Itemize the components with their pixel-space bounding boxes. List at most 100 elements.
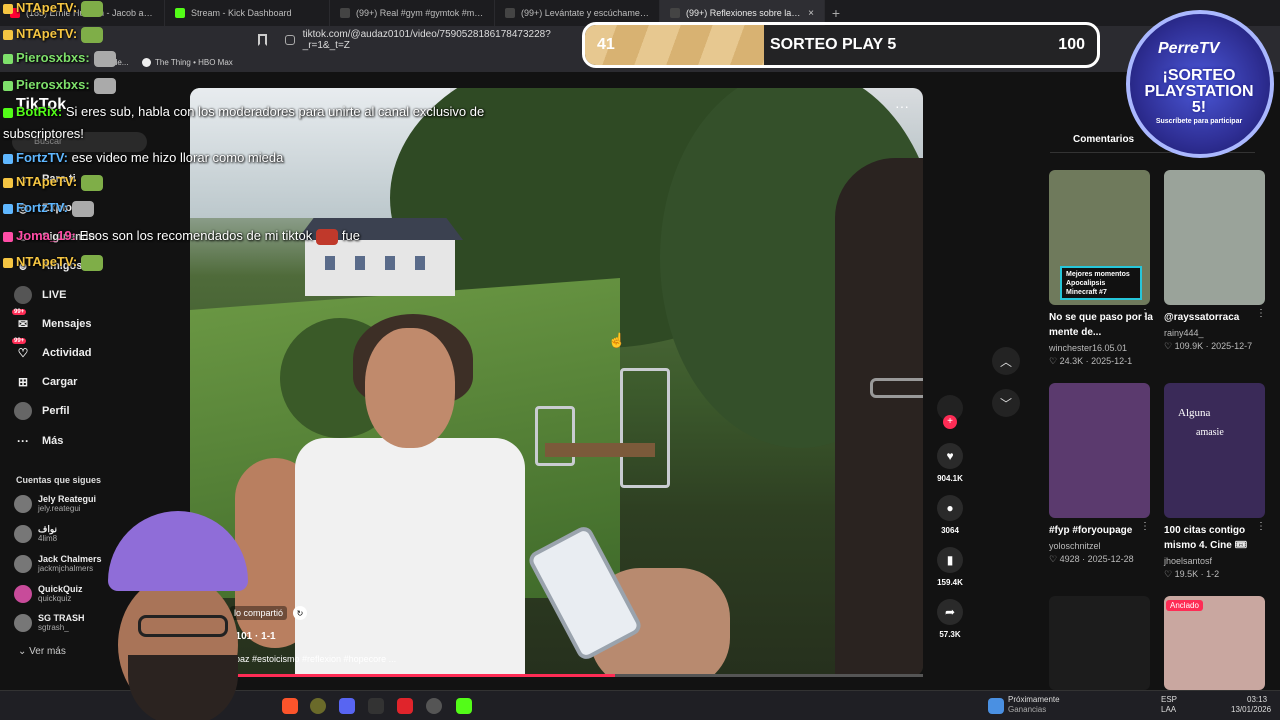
tiktok-icon <box>505 8 515 18</box>
discord-icon[interactable] <box>339 698 355 714</box>
card-user[interactable]: yoloschnitzel <box>1049 541 1101 551</box>
account-handle: quickquiz <box>38 594 72 603</box>
repost-icon: ↻ <box>293 606 308 620</box>
chat-text: Esos son los recomendados de mi tiktok <box>75 228 313 243</box>
card-more-icon[interactable]: ⋮ <box>1256 521 1266 532</box>
followed-account[interactable]: QuickQuiz quickquiz <box>14 584 83 604</box>
video-card[interactable]: Alguna amasie <box>1164 383 1265 518</box>
sidebar-item-mas[interactable]: ··· Más <box>14 432 63 450</box>
browser-tab[interactable]: Stream - Kick Dashboard <box>165 0 330 26</box>
account-name: QuickQuiz <box>38 584 83 594</box>
card-stats-text: 4928 · 2025-12-28 <box>1059 554 1134 564</box>
avatar <box>14 585 32 603</box>
video-player[interactable]: ··· <box>190 88 923 676</box>
card-title[interactable]: #fyp #foryoupage <box>1049 523 1154 538</box>
raffle-headline: ¡SORTEO PLAYSTATION 5! <box>1144 67 1254 116</box>
chat-badge-icon <box>3 257 13 268</box>
sidebar-item-actividad[interactable]: ♡ 99+ Actividad <box>12 338 92 362</box>
raffle-title: SORTEO PLAY 5 <box>770 36 897 53</box>
url-text: tiktok.com/@audaz0101/video/759052818617… <box>302 29 551 51</box>
sidebar-item-perfil[interactable]: Perfil <box>14 402 70 420</box>
chat-message: NTApeTV: <box>3 26 104 43</box>
card-user[interactable]: rainy444_ <box>1164 328 1204 338</box>
cat-emote-icon <box>72 200 94 217</box>
app-icon[interactable] <box>397 698 413 714</box>
follow-plus-icon[interactable]: + <box>943 415 957 429</box>
card-title[interactable]: @rayssatorraca <box>1164 310 1269 325</box>
heart-icon: ♡ <box>1049 554 1060 564</box>
previous-video-button[interactable]: ︿ <box>992 347 1020 375</box>
card-user[interactable]: winchester16.05.01 <box>1049 343 1127 353</box>
comment-count: 3064 <box>941 526 959 535</box>
card-more-icon[interactable]: ⋮ <box>1140 521 1150 532</box>
card-title[interactable]: No se que paso por la mente de... <box>1049 310 1154 340</box>
followed-account[interactable]: نواف 4lim8 <box>14 524 57 544</box>
card-overlay-label: Mejores momentos Apocalipsis Minecraft #… <box>1060 266 1142 300</box>
pinned-badge: Anclado <box>1166 600 1203 611</box>
account-name: نواف <box>38 524 57 534</box>
card-more-icon[interactable]: ⋮ <box>1256 308 1266 319</box>
chat-badge-icon <box>3 203 13 214</box>
card-more-icon[interactable]: ⋮ <box>1140 308 1150 319</box>
new-tab-button[interactable]: + <box>825 5 847 21</box>
kick-icon[interactable] <box>456 698 472 714</box>
emote-icon <box>316 228 339 245</box>
chat-message: BotRix: Si eres sub, habla con los moder… <box>3 104 484 119</box>
site-info-icon[interactable] <box>285 35 295 45</box>
like-button[interactable]: ♥ 904.1K <box>936 443 964 483</box>
sidebar-item-label: Mensajes <box>42 318 92 330</box>
chat-username: Joma_19: <box>16 228 76 243</box>
following-header: Cuentas que sigues <box>16 475 102 485</box>
cat-emote-icon <box>93 77 116 94</box>
app-icon[interactable] <box>368 698 384 714</box>
see-more-link[interactable]: ⌄ Ver más <box>18 646 66 657</box>
chevron-down-icon: ﹀ <box>999 396 1012 411</box>
chat-username: BotRix: <box>16 104 63 119</box>
chat-badge-icon <box>3 177 13 188</box>
bookmark-label: The Thing • HBO Max <box>155 58 233 67</box>
comment-button[interactable]: ● 3064 <box>936 495 964 535</box>
chat-username: FortzTV: <box>16 150 68 165</box>
card-user[interactable]: jhoelsantosf <box>1164 556 1212 566</box>
followed-account[interactable]: SG TRASH sgtrash_ <box>14 613 85 633</box>
card-stats: ♡ 4928 · 2025-12-28 <box>1049 554 1134 565</box>
video-card[interactable] <box>1164 170 1265 305</box>
browser-tab[interactable]: (99+) Real #gym #gymtok #motivatio... <box>330 0 495 26</box>
share-button[interactable]: ➦ 57.3K <box>936 599 964 639</box>
obs-icon[interactable] <box>426 698 442 714</box>
avatar <box>14 614 32 632</box>
card-title[interactable]: 100 citas contigo mismo 4. Cine 🎟 <box>1164 523 1269 553</box>
frog-emote-icon <box>81 0 104 17</box>
video-card[interactable] <box>1049 383 1150 518</box>
video-chair <box>620 368 670 488</box>
save-button[interactable]: ▮ 159.4K <box>936 547 964 587</box>
weather-title[interactable]: Próximamente <box>1008 695 1060 705</box>
video-man <box>235 308 525 676</box>
sidebar-item-mensajes[interactable]: ✉ 99+ Mensajes <box>12 309 92 333</box>
next-video-button[interactable]: ﹀ <box>992 389 1020 417</box>
share-count: 57.3K <box>939 630 961 639</box>
bookmark-item[interactable]: The Thing • HBO Max <box>142 58 233 67</box>
more-options-icon[interactable]: ··· <box>895 98 909 114</box>
raffle-progress-bar: 41 SORTEO PLAY 5 100 <box>582 22 1100 68</box>
chat-message: NTApeTV: <box>3 174 104 191</box>
brave-icon[interactable] <box>282 698 298 714</box>
clock-time[interactable]: 03:13 <box>1247 695 1267 705</box>
url-field[interactable]: tiktok.com/@audaz0101/video/759052818617… <box>285 29 585 51</box>
creator-avatar[interactable]: + <box>936 395 964 429</box>
close-tab-icon[interactable]: × <box>808 8 814 19</box>
app-icon[interactable] <box>310 698 326 714</box>
messages-icon: ✉ 99+ <box>12 309 29 331</box>
tiktok-icon <box>670 8 680 18</box>
video-chair <box>535 406 575 466</box>
card-overlay-text: Alguna <box>1178 407 1211 419</box>
sidebar-item-live[interactable]: LIVE <box>14 286 66 304</box>
video-card[interactable] <box>1049 596 1150 690</box>
sidebar-item-label: Actividad <box>42 347 92 359</box>
bookmark-icon[interactable] <box>258 34 267 46</box>
language-indicator[interactable]: ESP <box>1161 695 1177 705</box>
chat-text: Si eres sub, habla con los moderadores p… <box>62 104 485 119</box>
chat-badge-icon <box>3 80 13 91</box>
hbo-icon <box>142 58 151 67</box>
sidebar-item-cargar[interactable]: ⊞ Cargar <box>14 373 78 391</box>
